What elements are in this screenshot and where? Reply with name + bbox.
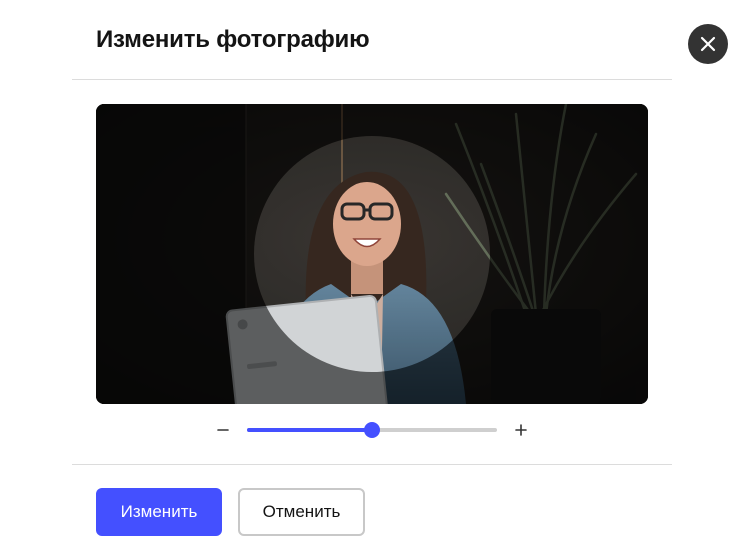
zoom-slider-thumb[interactable] [364,422,380,438]
edit-photo-dialog: Изменить фотографию Изменить Отменить [0,0,744,560]
zoom-in-button[interactable] [510,418,532,442]
footer-divider [72,464,672,465]
zoom-slider[interactable] [247,422,497,438]
zoom-control [212,418,532,442]
close-button[interactable] [688,24,728,64]
minus-icon [217,429,229,431]
zoom-out-button[interactable] [212,418,234,442]
dialog-title: Изменить фотографию [96,26,370,53]
apply-button[interactable]: Изменить [96,488,222,536]
header-divider [72,79,672,80]
photo-image [96,104,648,404]
plus-icon [515,424,527,436]
cancel-button[interactable]: Отменить [238,488,365,536]
photo-crop-area[interactable] [96,104,648,404]
zoom-slider-fill [247,428,372,432]
close-icon [700,36,716,52]
